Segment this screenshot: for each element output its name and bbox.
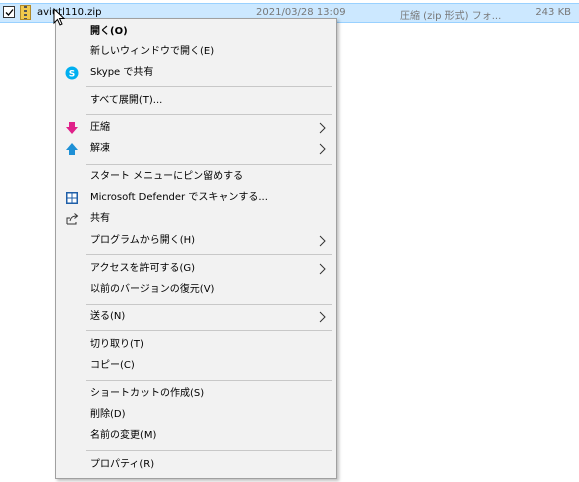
chevron-right-icon bbox=[319, 263, 326, 275]
menu-item-extract-all[interactable]: すべて展開(T)... bbox=[58, 91, 334, 111]
menu-item-open-new-window[interactable]: 新しいウィンドウで開く(E) bbox=[58, 42, 334, 62]
menu-item-delete[interactable]: 削除(D) bbox=[58, 405, 334, 425]
menu-item-pin-to-start[interactable]: スタート メニューにピン留めする bbox=[58, 167, 334, 187]
menu-separator bbox=[86, 330, 332, 331]
menu-separator bbox=[86, 380, 332, 381]
arrow-down-magenta-icon bbox=[66, 122, 78, 134]
share-icon bbox=[66, 213, 79, 225]
menu-item-label: すべて展開(T)... bbox=[90, 95, 163, 106]
menu-item-defender-scan[interactable]: Microsoft Defender でスキャンする... bbox=[58, 188, 334, 208]
zip-folder-icon bbox=[20, 5, 31, 20]
menu-item-label: プロパティ(R) bbox=[90, 459, 155, 470]
menu-item-open[interactable]: 開く(O) bbox=[58, 22, 334, 42]
menu-item-restore-previous[interactable]: 以前のバージョンの復元(V) bbox=[58, 280, 334, 300]
file-size: 243 KB bbox=[535, 7, 571, 18]
menu-item-label: 送る(N) bbox=[90, 311, 126, 322]
menu-separator bbox=[86, 86, 332, 87]
menu-item-label: Microsoft Defender でスキャンする... bbox=[90, 192, 268, 203]
menu-item-label: 開く(O) bbox=[90, 26, 128, 37]
menu-item-label: スタート メニューにピン留めする bbox=[90, 171, 244, 182]
menu-separator bbox=[86, 164, 332, 165]
menu-item-share[interactable]: 共有 bbox=[58, 209, 334, 229]
chevron-right-icon bbox=[319, 311, 326, 323]
menu-item-skype-share[interactable]: S Skype で共有 bbox=[58, 63, 334, 83]
menu-item-label: 共有 bbox=[90, 213, 110, 224]
menu-item-label: 新しいウィンドウで開く(E) bbox=[90, 46, 215, 57]
menu-item-label: Skype で共有 bbox=[90, 67, 154, 78]
menu-item-send-to[interactable]: 送る(N) bbox=[58, 307, 334, 327]
menu-separator bbox=[86, 450, 332, 451]
menu-item-label: 削除(D) bbox=[90, 409, 126, 420]
menu-item-label: プログラムから開く(H) bbox=[90, 235, 196, 246]
menu-item-rename[interactable]: 名前の変更(M) bbox=[58, 426, 334, 446]
menu-item-label: 以前のバージョンの復元(V) bbox=[90, 284, 215, 295]
menu-item-create-shortcut[interactable]: ショートカットの作成(S) bbox=[58, 384, 334, 404]
mouse-cursor-icon bbox=[53, 8, 65, 26]
menu-item-give-access[interactable]: アクセスを許可する(G) bbox=[58, 259, 334, 279]
checkmark-icon bbox=[5, 9, 14, 16]
menu-item-compress[interactable]: 圧縮 bbox=[58, 118, 334, 138]
svg-text:S: S bbox=[69, 70, 75, 80]
menu-item-label: 圧縮 bbox=[90, 122, 110, 133]
menu-separator bbox=[86, 304, 332, 305]
menu-item-label: 切り取り(T) bbox=[90, 339, 144, 350]
menu-item-extract[interactable]: 解凍 bbox=[58, 139, 334, 159]
file-type: 圧縮 (zip 形式) フォ... bbox=[400, 11, 502, 22]
menu-item-label: 解凍 bbox=[90, 143, 110, 154]
file-date: 2021/03/28 13:09 bbox=[256, 7, 346, 18]
menu-item-label: ショートカットの作成(S) bbox=[90, 388, 205, 399]
menu-separator bbox=[86, 254, 332, 255]
menu-item-label: 名前の変更(M) bbox=[90, 430, 157, 441]
menu-item-label: コピー(C) bbox=[90, 360, 135, 371]
menu-item-cut[interactable]: 切り取り(T) bbox=[58, 335, 334, 355]
context-menu: 開く(O) 新しいウィンドウで開く(E) S Skype で共有 すべて展開(T… bbox=[55, 18, 337, 479]
chevron-right-icon bbox=[319, 143, 326, 155]
chevron-right-icon bbox=[319, 122, 326, 134]
chevron-right-icon bbox=[319, 235, 326, 247]
menu-item-copy[interactable]: コピー(C) bbox=[58, 356, 334, 376]
arrow-up-blue-icon bbox=[66, 143, 78, 155]
skype-icon: S bbox=[65, 66, 79, 80]
menu-separator bbox=[86, 114, 332, 115]
row-checkbox[interactable] bbox=[3, 6, 15, 18]
file-name: aviutl110.zip bbox=[37, 7, 102, 18]
menu-item-open-with[interactable]: プログラムから開く(H) bbox=[58, 231, 334, 251]
defender-icon bbox=[66, 192, 78, 204]
menu-item-properties[interactable]: プロパティ(R) bbox=[58, 455, 334, 475]
menu-item-label: アクセスを許可する(G) bbox=[90, 263, 196, 274]
